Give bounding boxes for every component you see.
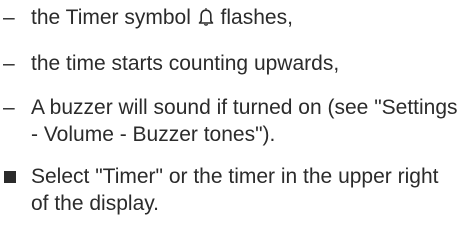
instruction-text: Select "Timer" or the timer in the upper… [31,165,439,215]
instruction-step: Select "Timer" or the timer in the upper… [3,163,458,217]
dash-marker: – [3,96,15,119]
list-item: – the time starts counting upwards, [3,50,458,77]
list-item-text-after: flashes, [214,6,293,29]
result-list: – the Timer symbol flashes, – the time s… [3,4,458,148]
list-item-text-before: the Timer symbol [31,6,197,29]
square-bullet-icon [3,163,31,190]
list-item-text: the time starts counting upwards, [31,52,340,75]
manual-page: – the Timer symbol flashes, – the time s… [0,0,466,240]
list-item: – the Timer symbol flashes, [3,4,458,33]
list-item: – A buzzer will sound if turned on (see … [3,94,458,148]
dash-marker: – [3,52,15,75]
list-item-text: A buzzer will sound if turned on (see "S… [31,96,464,146]
list-item-text: the Timer symbol flashes, [31,4,458,33]
dash-marker: – [3,6,15,29]
bell-icon [198,6,214,33]
